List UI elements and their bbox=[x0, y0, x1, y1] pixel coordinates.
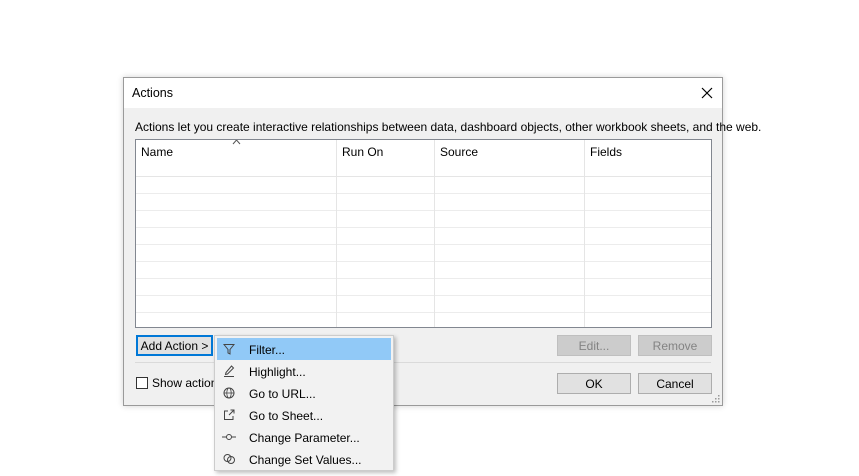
column-header-label: Run On bbox=[342, 145, 384, 159]
edit-button[interactable]: Edit... bbox=[557, 335, 631, 356]
menu-item-label: Change Parameter... bbox=[249, 431, 360, 445]
menu-item-label: Go to Sheet... bbox=[249, 409, 324, 423]
column-header-name[interactable]: Name bbox=[136, 140, 336, 176]
column-header-source[interactable]: Source bbox=[435, 140, 584, 176]
actions-dialog: Actions Actions let you create interacti… bbox=[123, 77, 761, 406]
column-header-label: Fields bbox=[590, 145, 623, 159]
globe-icon bbox=[221, 385, 237, 401]
add-action-button[interactable]: Add Action > bbox=[136, 335, 213, 356]
column-separator bbox=[336, 140, 337, 327]
column-header-label: Name bbox=[141, 145, 174, 159]
menu-item-highlight[interactable]: Highlight... bbox=[217, 360, 391, 382]
menu-item-filter[interactable]: Filter... bbox=[217, 338, 391, 360]
table-row bbox=[136, 245, 711, 262]
menu-item-go-to-sheet[interactable]: Go to Sheet... bbox=[217, 404, 391, 426]
set-values-icon bbox=[221, 451, 237, 467]
table-row bbox=[136, 177, 711, 194]
highlight-icon bbox=[221, 363, 237, 379]
table-body bbox=[136, 177, 711, 327]
sort-ascending-icon bbox=[232, 140, 241, 145]
table-row bbox=[136, 279, 711, 296]
title-bar: Actions bbox=[124, 78, 722, 108]
table-row bbox=[136, 296, 711, 313]
menu-item-label: Go to URL... bbox=[249, 387, 316, 401]
show-actions-checkbox[interactable] bbox=[136, 377, 148, 389]
menu-item-label: Change Set Values... bbox=[249, 453, 362, 467]
actions-table[interactable]: Name Run On Source Fields bbox=[135, 139, 712, 328]
menu-item-label: Highlight... bbox=[249, 365, 306, 379]
column-separator bbox=[584, 140, 585, 327]
table-header: Name Run On Source Fields bbox=[136, 140, 711, 177]
close-button[interactable] bbox=[692, 78, 722, 108]
table-row bbox=[136, 228, 711, 245]
close-icon bbox=[701, 87, 713, 99]
menu-item-change-parameter[interactable]: Change Parameter... bbox=[217, 426, 391, 448]
cancel-button[interactable]: Cancel bbox=[638, 373, 712, 394]
table-row bbox=[136, 313, 711, 327]
column-header-run-on[interactable]: Run On bbox=[337, 140, 434, 176]
table-row bbox=[136, 194, 711, 211]
menu-item-label: Filter... bbox=[249, 343, 286, 357]
column-separator bbox=[434, 140, 435, 327]
menu-item-go-to-url[interactable]: Go to URL... bbox=[217, 382, 391, 404]
filter-icon bbox=[221, 341, 237, 357]
resize-grip-icon[interactable] bbox=[710, 393, 720, 403]
parameter-icon bbox=[221, 429, 237, 445]
show-actions-label: Show actions bbox=[152, 376, 224, 390]
column-header-label: Source bbox=[440, 145, 479, 159]
table-row bbox=[136, 211, 711, 228]
dialog-description: Actions let you create interactive relat… bbox=[135, 120, 762, 134]
menu-item-change-set-values[interactable]: Change Set Values... bbox=[217, 448, 391, 470]
dialog-title: Actions bbox=[132, 86, 173, 100]
column-header-fields[interactable]: Fields bbox=[585, 140, 711, 176]
add-action-menu: Filter... Highlight... Go to URL... Go t… bbox=[214, 335, 394, 471]
remove-button[interactable]: Remove bbox=[638, 335, 712, 356]
table-row bbox=[136, 262, 711, 279]
go-to-sheet-icon bbox=[221, 407, 237, 423]
ok-button[interactable]: OK bbox=[557, 373, 631, 394]
